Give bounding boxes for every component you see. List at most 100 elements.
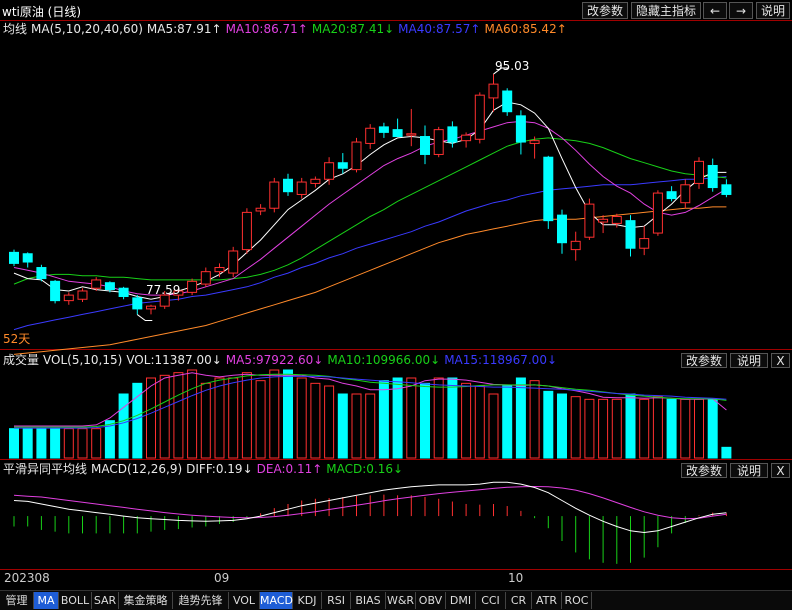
candle-body bbox=[310, 178, 321, 184]
candle-body bbox=[255, 207, 266, 212]
tab-vol[interactable]: VOL bbox=[229, 592, 260, 609]
candle-body bbox=[214, 267, 225, 273]
candle-body bbox=[611, 216, 622, 224]
volume-bar bbox=[694, 398, 704, 459]
candle-body bbox=[584, 203, 595, 238]
volume-bar bbox=[283, 369, 293, 459]
candle bbox=[666, 186, 677, 202]
tab-atr[interactable]: ATR bbox=[532, 592, 562, 609]
volume-bar bbox=[598, 398, 609, 459]
tab-ma[interactable]: MA bbox=[34, 592, 59, 609]
volume-bar bbox=[22, 428, 33, 459]
candle bbox=[625, 215, 636, 257]
tab-obv[interactable]: OBV bbox=[416, 592, 446, 609]
tab-sar[interactable]: SAR bbox=[92, 592, 119, 609]
candle bbox=[296, 177, 307, 199]
candle-body bbox=[146, 305, 156, 310]
candle-body bbox=[50, 280, 61, 302]
candle bbox=[365, 124, 376, 149]
candle-body bbox=[378, 126, 389, 133]
candle bbox=[420, 125, 430, 165]
candle-body bbox=[351, 141, 362, 171]
volume-bar bbox=[611, 398, 622, 459]
tab-5[interactable]: 趋势先锋 bbox=[173, 592, 229, 609]
candle-body bbox=[666, 191, 677, 200]
candle bbox=[392, 118, 403, 138]
candle bbox=[557, 209, 567, 254]
candle bbox=[639, 226, 650, 256]
volume-bar bbox=[543, 390, 554, 459]
candle bbox=[570, 231, 581, 261]
tab-dmi[interactable]: DMI bbox=[446, 592, 476, 609]
candle bbox=[187, 278, 198, 296]
volume-bar bbox=[296, 377, 307, 459]
volume-bar bbox=[173, 372, 184, 459]
candle bbox=[200, 267, 211, 287]
tab-kdj[interactable]: KDJ bbox=[293, 592, 322, 609]
candle-body bbox=[187, 280, 198, 293]
candle-body bbox=[488, 83, 499, 99]
candle-body bbox=[22, 253, 33, 263]
volume-bar bbox=[447, 377, 458, 459]
candle-body bbox=[283, 178, 293, 193]
candle bbox=[584, 198, 595, 240]
candle bbox=[310, 176, 321, 188]
volume-bar bbox=[77, 428, 88, 459]
candle bbox=[118, 286, 129, 300]
tab-0[interactable]: 管理 bbox=[0, 592, 34, 609]
volume-bar bbox=[365, 393, 376, 459]
volume-bar bbox=[652, 396, 663, 459]
candle-body bbox=[241, 211, 252, 251]
volume-bar bbox=[474, 385, 485, 459]
tab-4[interactable]: 集金策略 bbox=[119, 592, 173, 609]
tab-bias[interactable]: BIAS bbox=[351, 592, 386, 609]
low-price-label: 77.59 bbox=[146, 283, 181, 297]
days-label: 52天 bbox=[3, 332, 31, 346]
candle-body bbox=[228, 250, 239, 274]
volume-bar bbox=[241, 372, 252, 459]
volume-bar bbox=[502, 385, 513, 459]
candle-body bbox=[721, 184, 732, 195]
chart-canvas[interactable] bbox=[0, 0, 792, 590]
candle-body bbox=[652, 192, 663, 234]
candle-body bbox=[447, 126, 458, 143]
candle bbox=[406, 108, 417, 147]
candle-body bbox=[200, 271, 211, 285]
volume-bar bbox=[187, 369, 198, 459]
candle-body bbox=[570, 240, 581, 251]
candle bbox=[351, 137, 362, 173]
candle bbox=[214, 263, 225, 278]
candle bbox=[283, 173, 293, 196]
volume-bar bbox=[50, 428, 61, 459]
tab-cr[interactable]: CR bbox=[506, 592, 532, 609]
candle bbox=[447, 121, 458, 148]
volume-bar bbox=[488, 393, 499, 459]
candle-body bbox=[9, 251, 19, 264]
volume-bar bbox=[420, 382, 430, 459]
candle bbox=[652, 190, 663, 236]
tab-wr[interactable]: W&R bbox=[386, 592, 416, 609]
x-tick-oct: 10 bbox=[508, 571, 524, 585]
candle-body bbox=[36, 267, 47, 280]
candle-body bbox=[598, 218, 609, 223]
candle-body bbox=[694, 160, 704, 184]
volume-bar bbox=[337, 393, 348, 459]
volume-bar bbox=[378, 380, 389, 459]
candle bbox=[433, 126, 444, 158]
candle bbox=[269, 177, 280, 213]
tab-cci[interactable]: CCI bbox=[476, 592, 506, 609]
volume-bar bbox=[255, 380, 266, 459]
volume-bar bbox=[557, 393, 567, 459]
candle-body bbox=[365, 127, 376, 144]
volume-bar bbox=[721, 446, 732, 459]
volume-bar bbox=[269, 369, 280, 459]
candle-body bbox=[707, 164, 718, 189]
candle-body bbox=[639, 238, 650, 249]
tab-rsi[interactable]: RSI bbox=[322, 592, 351, 609]
volume-bar bbox=[406, 377, 417, 459]
volume-bar bbox=[146, 377, 156, 459]
tab-roc[interactable]: ROC bbox=[562, 592, 592, 609]
tab-boll[interactable]: BOLL bbox=[59, 592, 92, 609]
candle bbox=[515, 110, 526, 155]
tab-macd[interactable]: MACD bbox=[260, 592, 293, 609]
